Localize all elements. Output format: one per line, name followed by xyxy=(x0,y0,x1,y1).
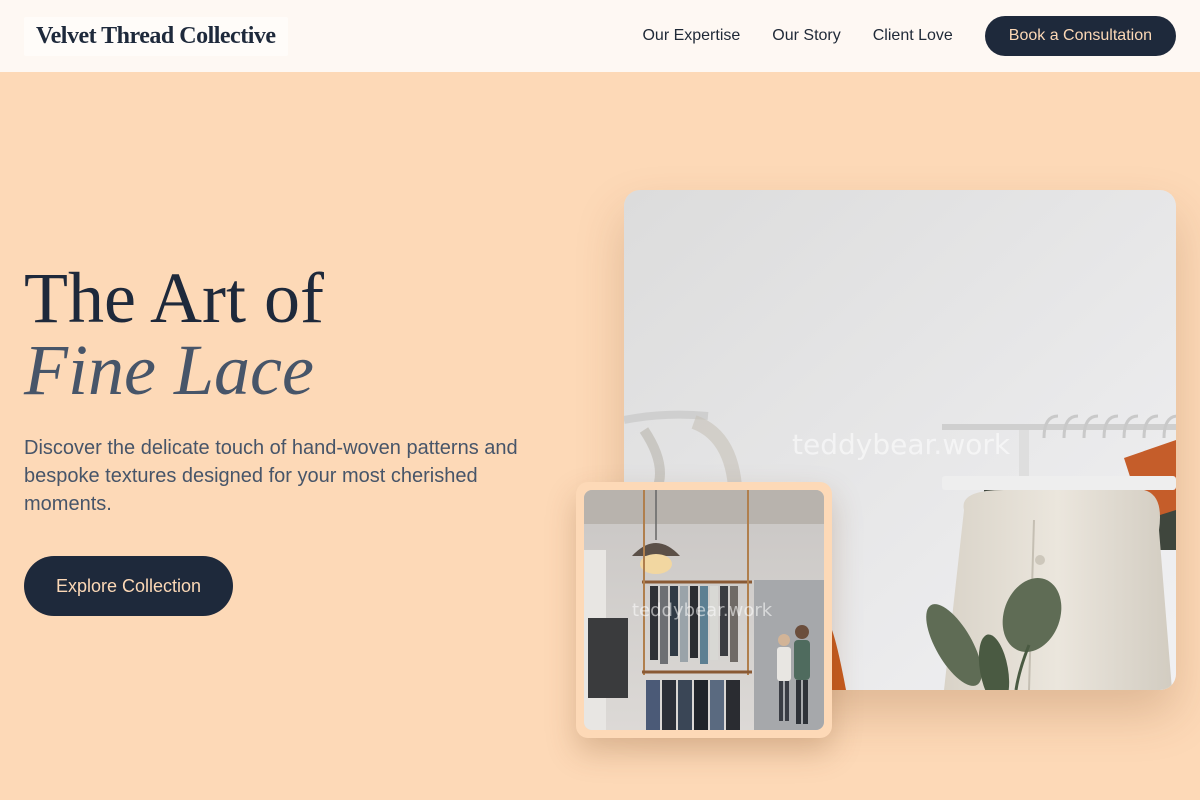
nav-link-client-love[interactable]: Client Love xyxy=(873,27,953,45)
brand-logo[interactable]: Velvet Thread Collective xyxy=(24,16,288,56)
main-nav: Our Expertise Our Story Client Love Book… xyxy=(642,16,1176,56)
explore-collection-button[interactable]: Explore Collection xyxy=(24,556,234,616)
nav-link-story[interactable]: Our Story xyxy=(772,27,840,45)
hero-section: The Art of Fine Lace Discover the delica… xyxy=(24,262,544,616)
hero-title-accent: Fine Lace xyxy=(24,330,314,410)
hero-description: Discover the delicate touch of hand-wove… xyxy=(24,437,518,515)
hero-title: The Art of Fine Lace xyxy=(24,262,544,406)
book-consultation-button[interactable]: Book a Consultation xyxy=(984,16,1176,56)
hero-title-line1: The Art of xyxy=(24,258,324,338)
nav-link-expertise[interactable]: Our Expertise xyxy=(642,27,740,45)
boutique-interior-image: teddybear.work xyxy=(584,490,824,730)
site-header: Velvet Thread Collective Our Expertise O… xyxy=(0,0,1200,72)
inset-image-frame: teddybear.work xyxy=(576,482,832,738)
boutique-photo xyxy=(584,490,824,730)
